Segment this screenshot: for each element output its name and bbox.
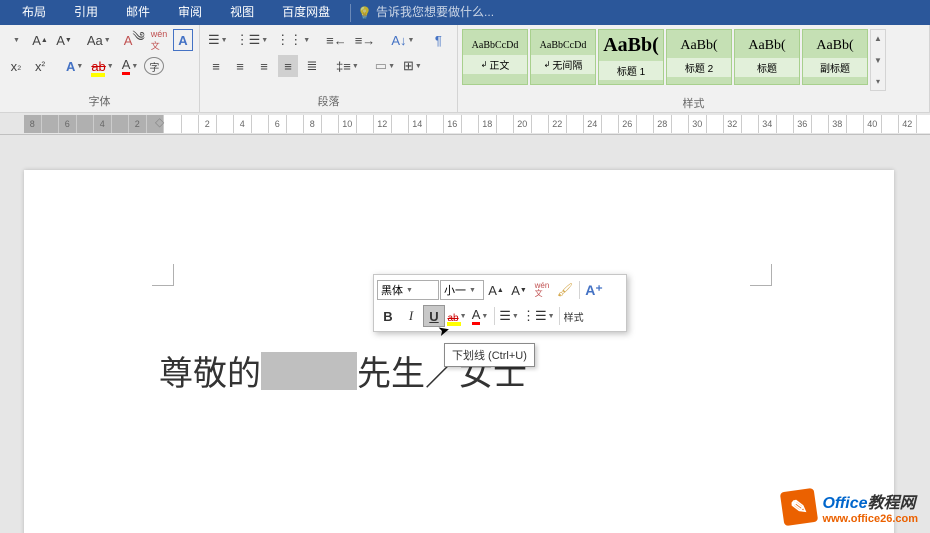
ruler[interactable]: 8 6 4 2 24681012141618202224262830323436… [0, 113, 930, 135]
line-spacing-button[interactable]: ‡≡▼ [334, 55, 361, 77]
lightbulb-icon: 💡 [357, 6, 372, 20]
separator [579, 281, 580, 299]
mini-bold-button[interactable]: B [377, 305, 399, 327]
tab-baidu-disk[interactable]: 百度网盘 [268, 0, 344, 25]
style-subtitle[interactable]: AaBb( 副标题 [802, 29, 868, 85]
subscript-button[interactable]: x₂ [6, 55, 26, 77]
font-group-label: 字体 [6, 93, 193, 110]
mini-font-color-button[interactable]: A▼ [469, 305, 491, 327]
mini-shrink-font-button[interactable]: A▼ [508, 279, 530, 301]
style-heading1[interactable]: AaBb( 标题 1 [598, 29, 664, 85]
styles-group: AaBbCcDd ↲正文 AaBbCcDd ↲无间隔 AaBb( 标题 1 Aa… [458, 25, 930, 112]
borders-button[interactable]: ⊞▼ [401, 55, 424, 77]
indent-marker-icon[interactable]: ◇ [155, 115, 164, 129]
tab-review[interactable]: 审阅 [164, 0, 216, 25]
paragraph-group-label: 段落 [206, 93, 451, 110]
dropdown-icon[interactable]: ▼ [6, 29, 26, 51]
tab-layout[interactable]: 布局 [8, 0, 60, 25]
distribute-button[interactable]: ≣ [302, 55, 322, 77]
phonetic-guide-button[interactable]: wén文 [149, 29, 169, 51]
watermark-title: Office教程网 [822, 489, 918, 513]
mini-phonetic-button[interactable]: wén文 [531, 279, 553, 301]
mini-toolbar: 黑体▼ 小一▼ A▲ A▼ wén文 🖌 A⁺ B I U ab▼ A▼ ☰▼ … [373, 274, 627, 332]
styles-gallery: AaBbCcDd ↲正文 AaBbCcDd ↲无间隔 AaBb( 标题 1 Aa… [458, 25, 929, 95]
styles-group-label: 样式 [458, 95, 929, 112]
mini-styles-button[interactable]: A⁺ [583, 279, 605, 301]
font-group: ▼ A▲ A▼ Aa▼ A༄ wén文 A x₂ x² A▼ ab▼ A▼ 字 … [0, 25, 200, 112]
justify-button[interactable]: ≡ [278, 55, 298, 77]
decrease-indent-button[interactable]: ≡← [324, 29, 349, 51]
mini-underline-button[interactable]: U [423, 305, 445, 327]
style-heading2[interactable]: AaBb( 标题 2 [666, 29, 732, 85]
mini-format-painter-button[interactable]: 🖌 [554, 279, 576, 301]
bullets-button[interactable]: ☰▼ [206, 29, 230, 51]
text-effects-button[interactable]: A▼ [64, 55, 85, 77]
watermark: ✎ Office教程网 www.office26.com [782, 489, 918, 525]
separator [559, 307, 560, 325]
menubar-divider [350, 4, 351, 22]
multilevel-list-button[interactable]: ⋮⋮▼ [274, 29, 312, 51]
mini-font-size-select[interactable]: 小一▼ [440, 280, 484, 300]
ribbon: ▼ A▲ A▼ Aa▼ A༄ wén文 A x₂ x² A▼ ab▼ A▼ 字 … [0, 25, 930, 113]
numbering-button[interactable]: ⋮☰▼ [234, 29, 271, 51]
align-center-button[interactable]: ≡ [230, 55, 250, 77]
shading-button[interactable]: ▭▼ [373, 55, 397, 77]
tab-view[interactable]: 视图 [216, 0, 268, 25]
superscript-button[interactable]: x² [30, 55, 50, 77]
mini-font-name-select[interactable]: 黑体▼ [377, 280, 439, 300]
sort-button[interactable]: A↓▼ [389, 29, 416, 51]
mini-italic-button[interactable]: I [400, 305, 422, 327]
document-area: 尊敬的 先生／女士 [0, 135, 930, 533]
separator [494, 307, 495, 325]
show-marks-button[interactable]: ¶ [428, 29, 448, 51]
mini-styles-label[interactable]: 样式 [563, 305, 585, 327]
tab-references[interactable]: 引用 [60, 0, 112, 25]
scroll-down-icon[interactable]: ▼ [874, 56, 882, 65]
increase-indent-button[interactable]: ≡→ [353, 29, 378, 51]
gallery-scroll[interactable]: ▲ ▼ ▾ [870, 29, 886, 91]
style-normal[interactable]: AaBbCcDd ↲正文 [462, 29, 528, 85]
mini-bullets-button[interactable]: ☰▼ [498, 305, 520, 327]
text-selection[interactable] [261, 352, 357, 390]
clear-format-button[interactable]: A༄ [124, 29, 145, 51]
mini-highlight-button[interactable]: ab▼ [446, 305, 468, 327]
align-right-button[interactable]: ≡ [254, 55, 274, 77]
scroll-up-icon[interactable]: ▲ [874, 34, 882, 43]
mini-grow-font-button[interactable]: A▲ [485, 279, 507, 301]
scroll-more-icon[interactable]: ▾ [876, 77, 880, 86]
shrink-font-button[interactable]: A▼ [54, 29, 74, 51]
font-color-button[interactable]: A▼ [120, 55, 141, 77]
watermark-icon: ✎ [780, 488, 818, 526]
watermark-url: www.office26.com [822, 513, 918, 525]
highlight-button[interactable]: ab▼ [89, 55, 115, 77]
tell-me-search[interactable]: 告诉我您想要做什么... [376, 0, 494, 25]
margin-corner-tl [152, 264, 174, 286]
text-before: 尊敬的 [159, 346, 261, 395]
paragraph-group: ☰▼ ⋮☰▼ ⋮⋮▼ ≡← ≡→ A↓▼ ¶ ≡ ≡ ≡ ≡ ≣ ‡≡▼ [200, 25, 458, 112]
margin-corner-tr [750, 264, 772, 286]
align-left-button[interactable]: ≡ [206, 55, 226, 77]
style-no-spacing[interactable]: AaBbCcDd ↲无间隔 [530, 29, 596, 85]
tooltip: 下划线 (Ctrl+U) [444, 343, 535, 367]
style-title[interactable]: AaBb( 标题 [734, 29, 800, 85]
grow-font-button[interactable]: A▲ [30, 29, 50, 51]
mini-numbering-button[interactable]: ⋮☰▼ [521, 305, 556, 327]
change-case-button[interactable]: Aa▼ [87, 29, 111, 51]
enclose-char-button[interactable]: 字 [144, 57, 164, 75]
character-border-button[interactable]: A [173, 29, 193, 51]
